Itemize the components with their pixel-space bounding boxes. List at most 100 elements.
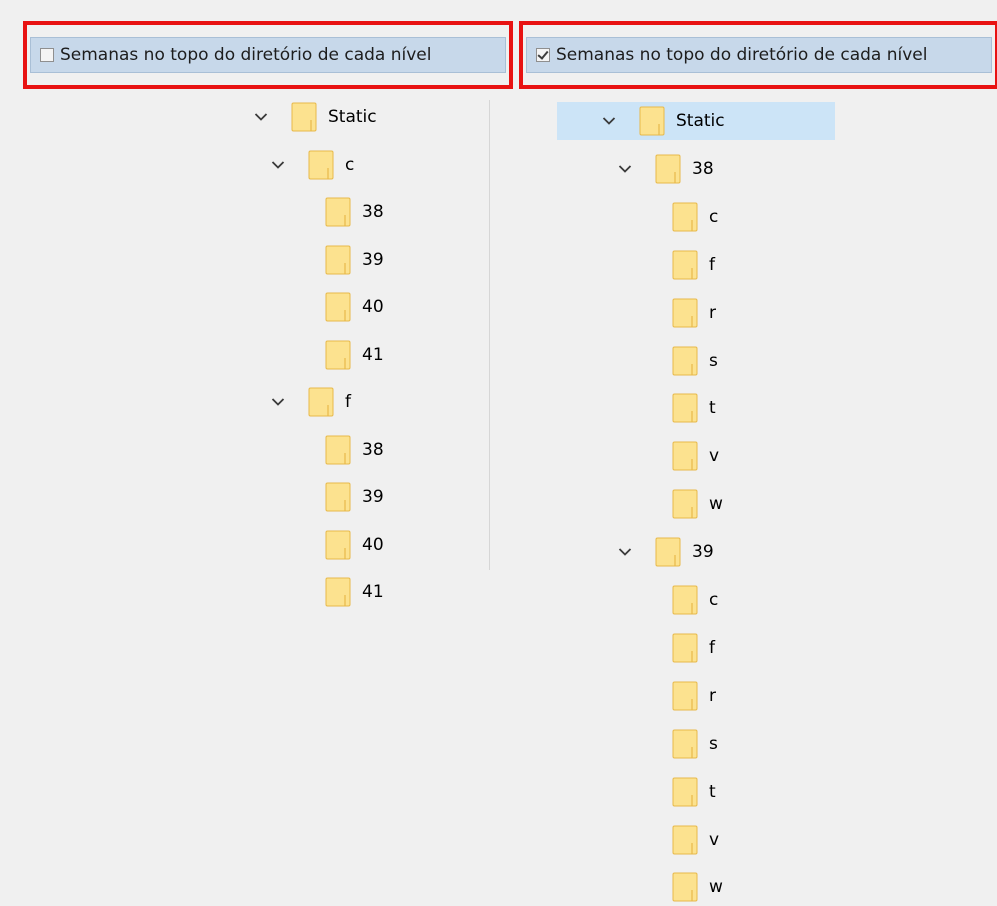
tree-item-folder[interactable]: 39 <box>325 478 384 516</box>
tree-item-label: c <box>345 154 355 175</box>
tree-item-folder[interactable]: w <box>672 868 723 906</box>
folder-icon <box>672 202 698 232</box>
folder-icon <box>672 777 698 807</box>
folder-icon <box>325 435 351 465</box>
tree-item-label: 38 <box>362 202 384 222</box>
folder-icon <box>672 489 698 519</box>
tree-item-label: Static <box>676 111 725 131</box>
tree-item-label: f <box>709 637 715 658</box>
chevron-down-icon[interactable] <box>617 161 633 177</box>
option-label: Semanas no topo do diretório de cada nív… <box>556 45 928 65</box>
tree-item-folder[interactable]: 39 <box>617 533 714 571</box>
folder-icon <box>639 106 665 136</box>
chevron-down-icon[interactable] <box>270 157 286 173</box>
weeks-on-top-option-right[interactable]: Semanas no topo do diretório de cada nív… <box>526 37 992 73</box>
tree-item-folder[interactable]: 41 <box>325 573 384 611</box>
folder-icon <box>672 250 698 280</box>
folder-icon <box>655 537 681 567</box>
tree-item-folder[interactable]: v <box>672 821 719 859</box>
tree-item-folder[interactable]: 38 <box>617 150 714 188</box>
tree-item-folder[interactable]: 39 <box>325 241 384 279</box>
tree-item-folder[interactable]: c <box>672 198 718 236</box>
folder-icon <box>655 154 681 184</box>
tree-item-label: v <box>709 446 720 467</box>
checkbox-checked[interactable] <box>536 48 550 62</box>
tree-item-folder[interactable]: 40 <box>325 288 384 326</box>
tree-item-folder[interactable]: c <box>270 146 354 184</box>
tree-item-folder[interactable]: r <box>672 677 716 715</box>
tree-item-label: w <box>709 494 723 515</box>
tree-item-label: 39 <box>692 542 714 563</box>
tree-item-label: r <box>709 685 716 706</box>
folder-icon <box>325 197 351 227</box>
tree-item-folder[interactable]: r <box>672 294 716 332</box>
tree-item-root[interactable]: Static <box>253 98 377 136</box>
tree-item-label: 38 <box>362 439 384 460</box>
folder-icon <box>325 340 351 370</box>
folder-icon <box>672 585 698 615</box>
folder-icon <box>672 681 698 711</box>
highlight-frame-right: Semanas no topo do diretório de cada nív… <box>519 21 997 89</box>
folder-icon <box>672 872 698 902</box>
folder-icon <box>325 577 351 607</box>
tree-item-folder[interactable]: t <box>672 389 716 427</box>
folder-icon <box>672 346 698 376</box>
folder-icon <box>325 482 351 512</box>
folder-icon <box>308 150 334 180</box>
panel-divider <box>489 100 490 570</box>
tree-item-label: t <box>709 781 716 802</box>
tree-item-folder[interactable]: 41 <box>325 336 384 374</box>
tree-item-label: w <box>709 877 723 898</box>
tree-item-label: v <box>709 829 720 850</box>
tree-item-label: 40 <box>362 534 384 555</box>
tree-item-label: Static <box>328 107 377 127</box>
tree-item-folder[interactable]: t <box>672 773 716 811</box>
tree-item-folder[interactable]: 38 <box>325 431 384 469</box>
tree-item-label: 39 <box>362 487 384 507</box>
tree-item-label: 39 <box>362 249 384 270</box>
right-panel: Semanas no topo do diretório de cada nív… <box>495 0 997 902</box>
chevron-down-icon[interactable] <box>270 394 286 410</box>
tree-item-folder[interactable]: c <box>672 581 718 619</box>
folder-icon <box>672 441 698 471</box>
tree-item-label: f <box>345 392 351 412</box>
option-label: Semanas no topo do diretório de cada nív… <box>60 45 432 65</box>
tree-item-folder[interactable]: s <box>672 725 718 763</box>
chevron-down-icon[interactable] <box>617 544 633 560</box>
tree-item-folder[interactable]: f <box>270 383 351 421</box>
folder-icon <box>308 387 334 417</box>
tree-item-label: s <box>709 350 718 371</box>
folder-icon <box>672 298 698 328</box>
tree-item-folder[interactable]: w <box>672 485 723 523</box>
tree-item-folder[interactable]: 38 <box>325 193 384 231</box>
folder-icon <box>325 530 351 560</box>
tree-item-label: f <box>709 254 715 275</box>
tree-item-folder[interactable]: f <box>672 629 715 667</box>
tree-item-label: r <box>709 302 716 323</box>
tree-item-folder[interactable]: v <box>672 437 719 475</box>
chevron-down-icon[interactable] <box>601 113 617 129</box>
weeks-on-top-option-left[interactable]: Semanas no topo do diretório de cada nív… <box>30 37 506 73</box>
folder-icon <box>672 633 698 663</box>
tree-item-label: 41 <box>362 344 384 365</box>
tree-item-folder[interactable]: f <box>672 246 715 284</box>
tree-item-label: c <box>709 590 719 610</box>
tree-item-folder[interactable]: s <box>672 342 718 380</box>
tree-item-folder[interactable]: 40 <box>325 526 384 564</box>
tree-item-label: t <box>709 398 716 419</box>
folder-icon <box>325 292 351 322</box>
chevron-down-icon[interactable] <box>253 109 269 125</box>
tree-item-root[interactable]: Static <box>557 102 835 140</box>
tree-item-label: 40 <box>362 297 384 317</box>
tree-item-label: 41 <box>362 582 384 602</box>
highlight-frame-left: Semanas no topo do diretório de cada nív… <box>23 21 513 89</box>
tree-item-label: 38 <box>692 158 714 179</box>
folder-icon <box>672 729 698 759</box>
checkbox-unchecked[interactable] <box>40 48 54 62</box>
folder-icon <box>672 393 698 423</box>
tree-item-label: c <box>709 206 719 227</box>
tree-item-label: s <box>709 733 718 754</box>
left-panel: Semanas no topo do diretório de cada nív… <box>0 0 513 902</box>
folder-icon <box>672 825 698 855</box>
folder-icon <box>291 102 317 132</box>
